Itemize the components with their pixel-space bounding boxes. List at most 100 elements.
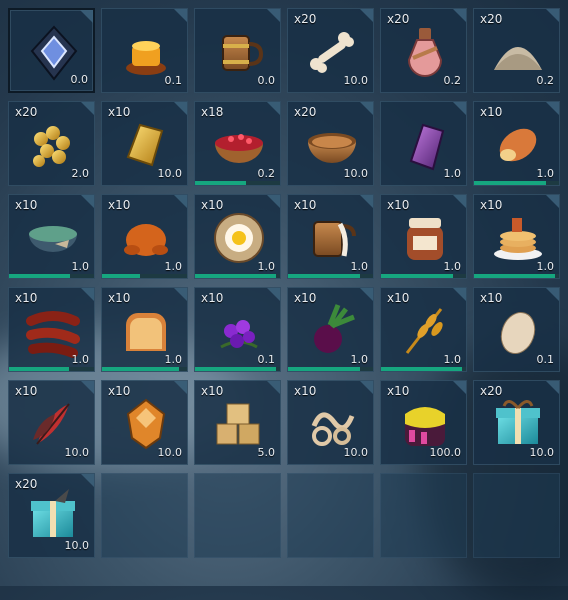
slot-corner-decoration bbox=[174, 102, 187, 115]
item-weight: 1.0 bbox=[71, 353, 90, 366]
sand-pile-icon bbox=[490, 24, 546, 80]
freshness-bar bbox=[195, 274, 276, 278]
bread-slice-icon bbox=[118, 303, 174, 359]
sausages-icon bbox=[25, 303, 81, 359]
inventory-slot[interactable]: x10 1.0 bbox=[101, 194, 188, 279]
item-weight: 0.2 bbox=[257, 167, 276, 180]
gold-ingot-icon bbox=[118, 117, 174, 173]
slot-corner-decoration bbox=[360, 102, 373, 115]
item-weight: 10.0 bbox=[529, 446, 555, 459]
bone-icon bbox=[304, 24, 360, 80]
inventory-slot[interactable]: x10 1.0 bbox=[8, 194, 95, 279]
item-quantity: x10 bbox=[387, 291, 410, 305]
item-quantity: x20 bbox=[15, 477, 38, 491]
inventory-slot[interactable]: 1.0 bbox=[380, 101, 467, 186]
inventory-slot-empty[interactable] bbox=[101, 473, 188, 558]
item-weight: 1.0 bbox=[350, 260, 369, 273]
inventory-slot[interactable]: x10 1.0 bbox=[287, 287, 374, 372]
item-weight: 0.1 bbox=[257, 353, 276, 366]
item-weight: 0.1 bbox=[536, 353, 555, 366]
inventory-slot[interactable]: x20 10.0 bbox=[473, 380, 560, 465]
purple-ingot-icon bbox=[397, 117, 453, 173]
slot-corner-decoration bbox=[267, 288, 280, 301]
inventory-slot[interactable]: x10 0.1 bbox=[473, 287, 560, 372]
amber-crystal-icon bbox=[118, 396, 174, 452]
inventory-slot-empty[interactable] bbox=[194, 473, 281, 558]
freshness-bar bbox=[288, 367, 361, 371]
slot-corner-decoration bbox=[81, 474, 94, 487]
item-weight: 0.0 bbox=[257, 74, 276, 87]
roast-chicken-icon bbox=[118, 210, 174, 266]
freshness-bar bbox=[474, 181, 547, 185]
item-weight: 10.0 bbox=[157, 446, 183, 459]
item-quantity: x20 bbox=[294, 12, 317, 26]
fish-soup-icon bbox=[25, 210, 81, 266]
inventory-slot-empty[interactable] bbox=[287, 473, 374, 558]
slot-corner-decoration bbox=[360, 195, 373, 208]
inventory-slot[interactable]: x10 0.1 bbox=[194, 287, 281, 372]
slot-corner-decoration bbox=[546, 9, 559, 22]
freshness-bar bbox=[288, 274, 361, 278]
item-quantity: x10 bbox=[108, 291, 131, 305]
inventory-slot[interactable]: x20 0.2 bbox=[380, 8, 467, 93]
item-quantity: x20 bbox=[15, 105, 38, 119]
item-quantity: x20 bbox=[480, 12, 503, 26]
inventory-slot[interactable]: x20 10.0 bbox=[287, 101, 374, 186]
inventory-slot[interactable]: x10 100.0 bbox=[380, 380, 467, 465]
inventory-slot[interactable]: x10 10.0 bbox=[101, 101, 188, 186]
freshness-bar bbox=[195, 181, 246, 185]
item-quantity: x10 bbox=[480, 198, 503, 212]
item-quantity: x20 bbox=[480, 384, 503, 398]
wooden-bowl-icon bbox=[304, 117, 360, 173]
item-weight: 1.0 bbox=[350, 353, 369, 366]
inventory-slot[interactable]: 0.0 bbox=[194, 8, 281, 93]
item-quantity: x10 bbox=[108, 198, 131, 212]
wood-blocks-icon bbox=[211, 396, 267, 452]
inventory-slot[interactable]: x10 10.0 bbox=[101, 380, 188, 465]
freshness-bar bbox=[474, 274, 555, 278]
item-weight: 5.0 bbox=[257, 446, 276, 459]
slot-corner-decoration bbox=[360, 381, 373, 394]
item-weight: 1.0 bbox=[536, 260, 555, 273]
item-weight: 0.1 bbox=[164, 74, 183, 87]
item-weight: 10.0 bbox=[343, 167, 369, 180]
inventory-slot[interactable]: x10 1.0 bbox=[101, 287, 188, 372]
item-weight: 1.0 bbox=[536, 167, 555, 180]
inventory-slot[interactable]: x10 1.0 bbox=[287, 194, 374, 279]
inventory-slot[interactable]: x20 10.0 bbox=[287, 8, 374, 93]
item-weight: 100.0 bbox=[429, 446, 462, 459]
inventory-slot[interactable]: x20 10.0 bbox=[8, 473, 95, 558]
inventory-slot[interactable]: x10 10.0 bbox=[8, 380, 95, 465]
item-quantity: x10 bbox=[108, 105, 131, 119]
slot-corner-decoration bbox=[267, 102, 280, 115]
inventory-slot[interactable]: x10 5.0 bbox=[194, 380, 281, 465]
jam-jar-icon bbox=[397, 210, 453, 266]
item-weight: 10.0 bbox=[157, 167, 183, 180]
slot-corner-decoration bbox=[360, 9, 373, 22]
potion-bottle-icon bbox=[397, 24, 453, 80]
inventory-slot[interactable]: x20 2.0 bbox=[8, 101, 95, 186]
inventory-slot[interactable]: x10 1.0 bbox=[473, 194, 560, 279]
slot-corner-decoration bbox=[267, 381, 280, 394]
inventory-slot-empty[interactable] bbox=[473, 473, 560, 558]
gift-box-feather-icon bbox=[25, 489, 81, 545]
inventory-slot[interactable]: x10 1.0 bbox=[380, 194, 467, 279]
inventory-slot[interactable]: x10 1.0 bbox=[380, 287, 467, 372]
slot-corner-decoration bbox=[174, 381, 187, 394]
rope-coil-icon bbox=[304, 396, 360, 452]
inventory-slot[interactable]: x10 1.0 bbox=[194, 194, 281, 279]
inventory-slot[interactable]: 0.0 bbox=[8, 8, 95, 93]
slot-corner-decoration bbox=[546, 288, 559, 301]
inventory-slot[interactable]: x10 10.0 bbox=[287, 380, 374, 465]
coins-icon bbox=[25, 117, 81, 173]
egg-icon bbox=[490, 303, 546, 359]
inventory-slot[interactable]: x18 0.2 bbox=[194, 101, 281, 186]
inventory-slot[interactable]: x10 1.0 bbox=[8, 287, 95, 372]
berry-bowl-icon bbox=[211, 117, 267, 173]
inventory-slot-empty[interactable] bbox=[380, 473, 467, 558]
inventory-slot[interactable]: 0.1 bbox=[101, 8, 188, 93]
inventory-slot[interactable]: x10 1.0 bbox=[473, 101, 560, 186]
inventory-slot[interactable]: x20 0.2 bbox=[473, 8, 560, 93]
gift-box-icon bbox=[490, 396, 546, 452]
slot-corner-decoration bbox=[81, 288, 94, 301]
